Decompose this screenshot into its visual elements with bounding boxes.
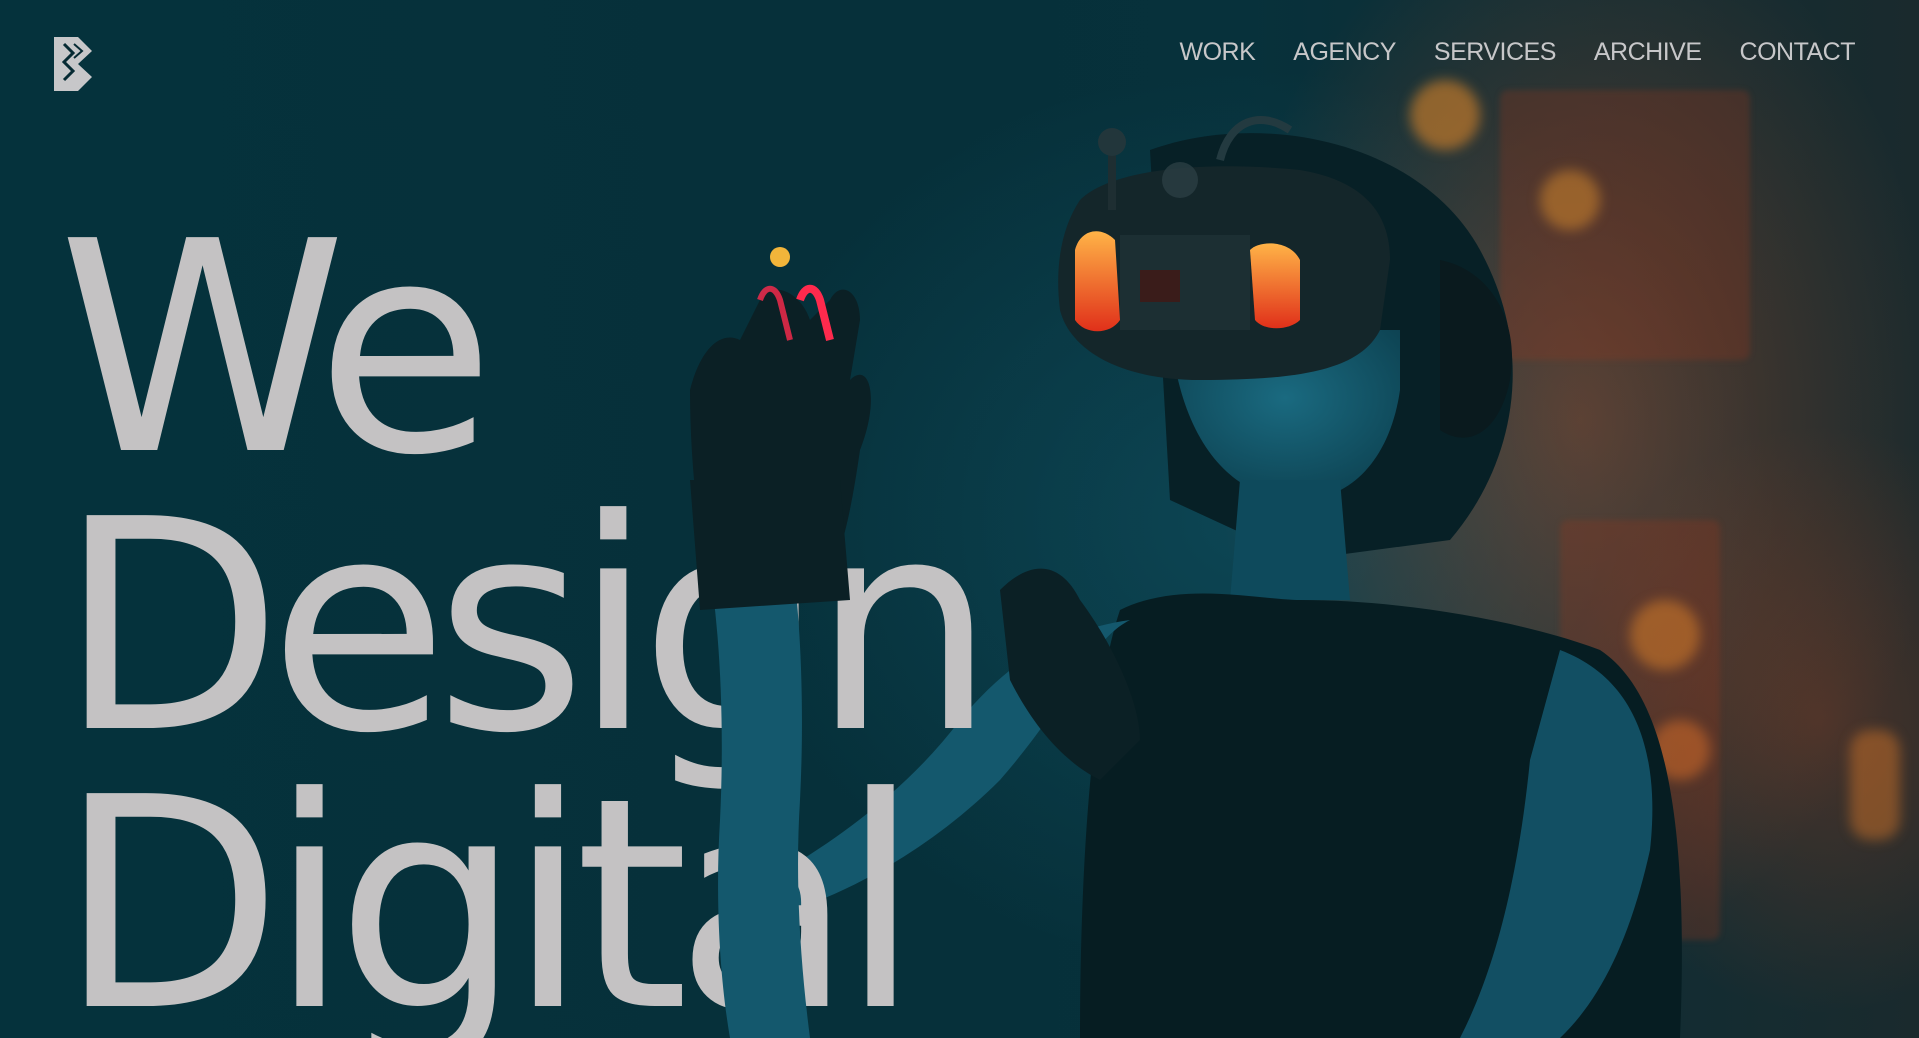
headline-line-2: Design [58,457,996,797]
nav-item-services[interactable]: SERVICES [1434,34,1556,70]
nav-item-agency[interactable]: AGENCY [1293,34,1396,70]
headline-line-3: Digital [58,735,921,1038]
nav-item-work[interactable]: WORK [1180,34,1256,70]
stacked-diamond-logo-icon[interactable] [54,37,92,91]
hero-section: WORK AGENCY SERVICES ARCHIVE CONTACT We … [0,0,1919,1038]
hero-headline: We Design Digital [58,179,996,1038]
headline-line-1: We [58,179,495,519]
nav-item-archive[interactable]: ARCHIVE [1594,34,1702,70]
main-navigation: WORK AGENCY SERVICES ARCHIVE CONTACT [1180,34,1856,70]
nav-item-contact[interactable]: CONTACT [1740,34,1856,70]
